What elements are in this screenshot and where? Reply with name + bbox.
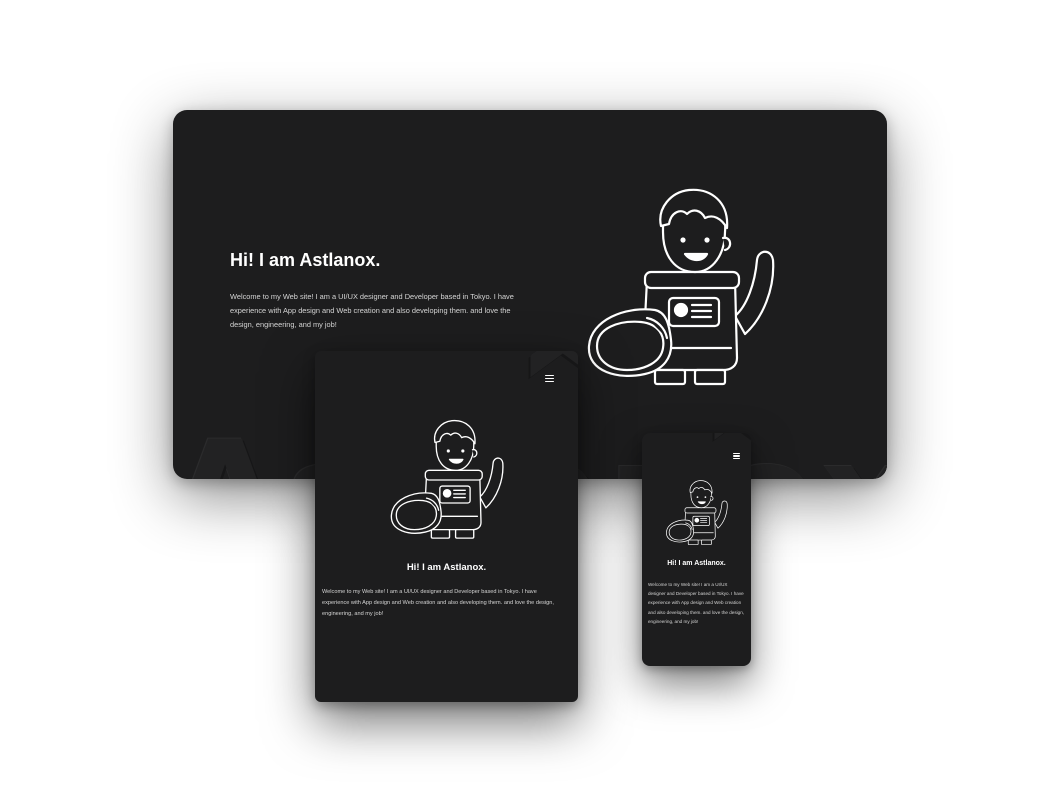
hero-description: Welcome to my Web site! I am a UI/UX des…	[648, 582, 745, 624]
hero-title: Hi! I am Astlanox.	[406, 562, 487, 573]
astronaut-mascot-illustration	[390, 419, 504, 539]
astronaut-mascot-illustration	[666, 480, 728, 546]
watermark-text: Astlanox	[697, 433, 751, 443]
phone-mockup: Astlanox Hi! I am Astlanox. Welcome to m…	[642, 433, 751, 666]
hero-description: Welcome to my Web site! I am a UI/UX des…	[322, 589, 554, 617]
astronaut-mascot-illustration	[587, 188, 775, 386]
hamburger-menu-icon[interactable]	[545, 375, 554, 382]
hero-description: Welcome to my Web site! I am a UI/UX des…	[230, 292, 514, 329]
tablet-mockup: Astlanox Hi! I am Astlanox. Welcome to m…	[315, 351, 578, 702]
hero-title: Hi! I am Astlanox.	[230, 250, 381, 270]
hamburger-menu-icon[interactable]	[733, 453, 740, 459]
hero-title: Hi! I am Astlanox.	[667, 560, 726, 567]
watermark-text: Astlanox	[502, 351, 578, 381]
